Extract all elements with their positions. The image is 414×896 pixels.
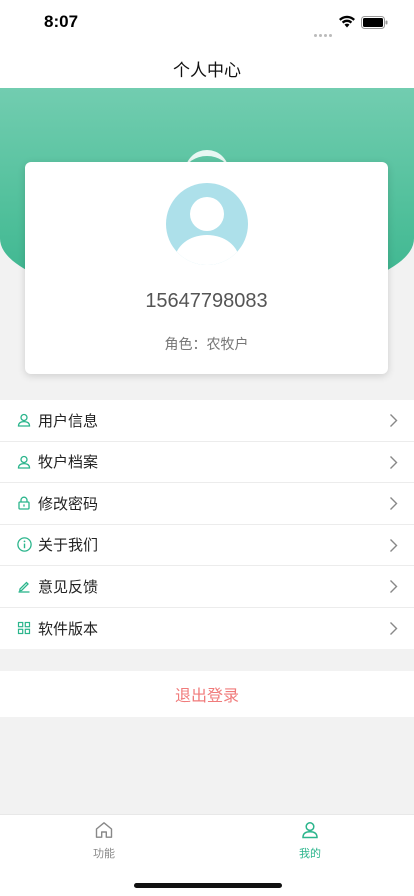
info-icon — [16, 537, 32, 553]
menu-item-label: 关于我们 — [38, 536, 99, 555]
chevron-right-icon — [390, 497, 398, 510]
menu-item-label: 软件版本 — [38, 619, 99, 638]
grid-icon — [16, 620, 32, 636]
battery-icon — [361, 16, 388, 29]
user-role: 角色：农牧户 — [164, 337, 249, 353]
chevron-right-icon — [390, 580, 398, 593]
user-phone: 15647798083 — [145, 290, 268, 312]
menu-item-herder-archive[interactable]: 牧户档案 — [0, 442, 414, 483]
signal-icon — [314, 22, 334, 41]
chevron-right-icon — [390, 621, 398, 635]
avatar-body — [175, 235, 239, 265]
menu-item-user-info[interactable]: 用户信息 — [0, 400, 414, 442]
settings-menu: 用户信息 牧户档案 修改密码 关于我们 意见反馈 软件版本 — [0, 400, 414, 649]
tab-label: 功能 — [93, 847, 115, 860]
page-title: 个人中心 — [173, 61, 241, 81]
wifi-icon — [339, 15, 355, 28]
chevron-right-icon — [390, 538, 398, 552]
user-icon — [16, 412, 32, 428]
tab-bar: 功能 我的 — [0, 814, 414, 896]
profile-card: 15647798083 角色：农牧户 — [25, 162, 388, 374]
avatar[interactable] — [166, 183, 248, 265]
tab-functions[interactable]: 功能 — [74, 821, 134, 861]
home-icon — [95, 822, 113, 838]
menu-item-software-version[interactable]: 软件版本 — [0, 608, 414, 650]
status-bar: 8:07 — [0, 0, 414, 44]
chevron-right-icon — [390, 455, 398, 469]
menu-item-label: 用户信息 — [38, 411, 99, 430]
chevron-right-icon — [390, 414, 398, 427]
nav-bar: 个人中心 — [0, 44, 414, 88]
status-time: 8:07 — [44, 12, 79, 31]
tab-mine[interactable]: 我的 — [280, 821, 340, 861]
menu-item-about-us[interactable]: 关于我们 — [0, 525, 414, 566]
menu-item-feedback[interactable]: 意见反馈 — [0, 566, 414, 608]
logout-label: 退出登录 — [174, 686, 239, 705]
menu-item-label: 意见反馈 — [38, 577, 99, 596]
user-icon — [302, 822, 318, 839]
menu-item-label: 牧户档案 — [38, 453, 99, 472]
lock-icon — [16, 495, 32, 511]
logout-button[interactable]: 退出登录 — [0, 671, 414, 717]
tab-label: 我的 — [299, 847, 321, 860]
user-icon — [16, 454, 32, 470]
home-indicator — [134, 883, 282, 888]
menu-item-label: 修改密码 — [38, 494, 99, 513]
edit-icon — [16, 578, 32, 594]
menu-item-change-password[interactable]: 修改密码 — [0, 483, 414, 525]
avatar-head — [190, 197, 224, 231]
